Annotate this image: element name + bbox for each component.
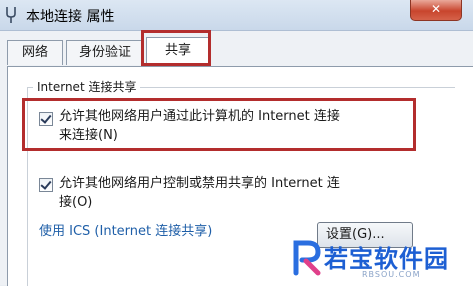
close-button[interactable]: ✕ [410, 0, 462, 21]
allow-control-label-line2[interactable]: 接(O) [59, 193, 92, 212]
watermark-subtext: RBSOU.COM [362, 270, 421, 279]
watermark: 若宝软件园 RBSOU.COM [292, 237, 473, 285]
allow-connect-label-line2[interactable]: 来连接(N) [59, 126, 118, 145]
tab-authentication[interactable]: 身份验证 [66, 40, 144, 65]
window-title: 本地连接 属性 [26, 9, 115, 25]
watermark-text: 若宝软件园 [324, 245, 449, 273]
tab-highlight-box [141, 30, 211, 66]
ics-help-link[interactable]: 使用 ICS (Internet 连接共享) [39, 220, 212, 239]
watermark-logo-icon [293, 240, 321, 276]
allow-connect-label-line1[interactable]: 允许其他网络用户通过此计算机的 Internet 连接 [59, 107, 340, 126]
allow-control-label-line1[interactable]: 允许其他网络用户控制或禁用共享的 Internet 连 [59, 174, 340, 193]
ics-group-label: Internet 连接共享 [33, 78, 141, 95]
tab-network[interactable]: 网络 [7, 40, 63, 65]
allow-connect-checkbox[interactable] [39, 112, 53, 126]
network-connection-icon [6, 7, 16, 23]
title-bar: 本地连接 属性 ✕ [0, 0, 473, 31]
allow-control-checkbox[interactable] [39, 178, 53, 192]
